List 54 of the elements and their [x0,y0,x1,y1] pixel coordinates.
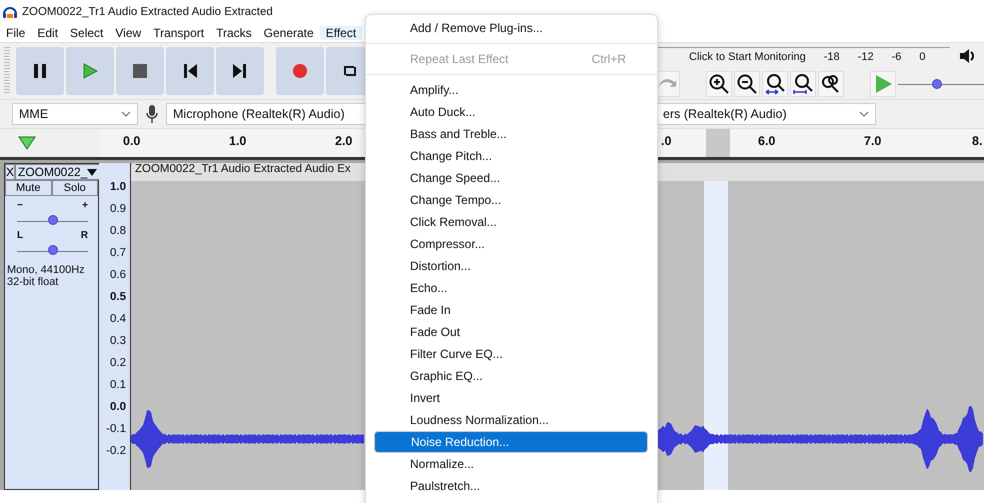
shortcut-label: Ctrl+R [592,52,626,66]
menu-item-label: Click Removal... [410,215,497,229]
ruler-label: .0 [661,134,672,148]
meter-tick: -18 [824,50,840,62]
scale-label: 0.8 [110,225,126,239]
meter-tick: 0 [919,50,926,62]
meter-label: Click to Start Monitoring [689,50,806,62]
menu-item-label: Filter Curve EQ... [410,347,503,361]
menu-item-label: Change Pitch... [410,149,492,163]
scale-label: -0.1 [106,423,126,437]
pan-left-label: L [17,230,24,241]
scale-label: 0.9 [110,203,126,217]
ruler-label: 2.0 [335,134,352,148]
menu-item-label: Add / Remove Plug-ins... [410,21,543,35]
track-info: 32-bit float [7,276,60,288]
menu-item-label: Noise Reduction... [411,435,510,449]
meter-tick: -12 [858,50,874,62]
scale-label: 0.0 [110,401,126,415]
menu-item-label: Distortion... [410,259,471,273]
scale-label: -0.2 [106,445,126,459]
window-title: ZOOM0022_Tr1 Audio Extracted Audio Extracted [22,6,273,18]
menu-item-label: Change Speed... [410,171,500,185]
gain-minus-label: − [17,200,23,211]
scale-label: 0.3 [110,335,126,349]
meter-tick: -6 [892,50,902,62]
menu-item-label: Bass and Treble... [410,127,507,141]
scale-label: 0.7 [110,247,126,261]
menu-item-label: Normalize... [410,457,474,471]
menu-item-label: Amplify... [410,83,458,97]
menu-item-label: Paulstretch... [410,479,480,493]
menu-item-label: Compressor... [410,237,485,251]
menu-item-label: Fade In [410,303,451,317]
menu-item-label: Fade Out [410,325,460,339]
menu-item-label: Auto Duck... [410,105,476,119]
track-info: Mono, 44100Hz [7,264,86,276]
menu-item-label: Change Tempo... [410,193,502,207]
menu-item-label: Loudness Normalization... [410,413,549,427]
scale-label: 0.4 [110,313,126,327]
scale-label: 0.2 [110,357,126,371]
ruler-label: 0.0 [123,134,140,148]
scale-label: 0.1 [110,379,126,393]
menu-item-label: Graphic EQ... [410,369,483,383]
pan-right-label: R [80,230,88,241]
scale-label: 1.0 [110,181,126,195]
menu-item-label: Echo... [410,281,448,295]
ruler-label: 7.0 [864,134,882,148]
scale-label: 0.6 [110,269,126,283]
ruler-label: 8. [972,134,982,148]
ruler-label: 1.0 [229,134,246,148]
ruler-label: 6.0 [758,134,776,148]
menu-item-label: Invert [410,391,440,405]
gain-plus-label: + [82,200,88,211]
menu-item-label: Repeat Last Effect [410,52,509,66]
scale-label: 0.5 [110,291,126,305]
